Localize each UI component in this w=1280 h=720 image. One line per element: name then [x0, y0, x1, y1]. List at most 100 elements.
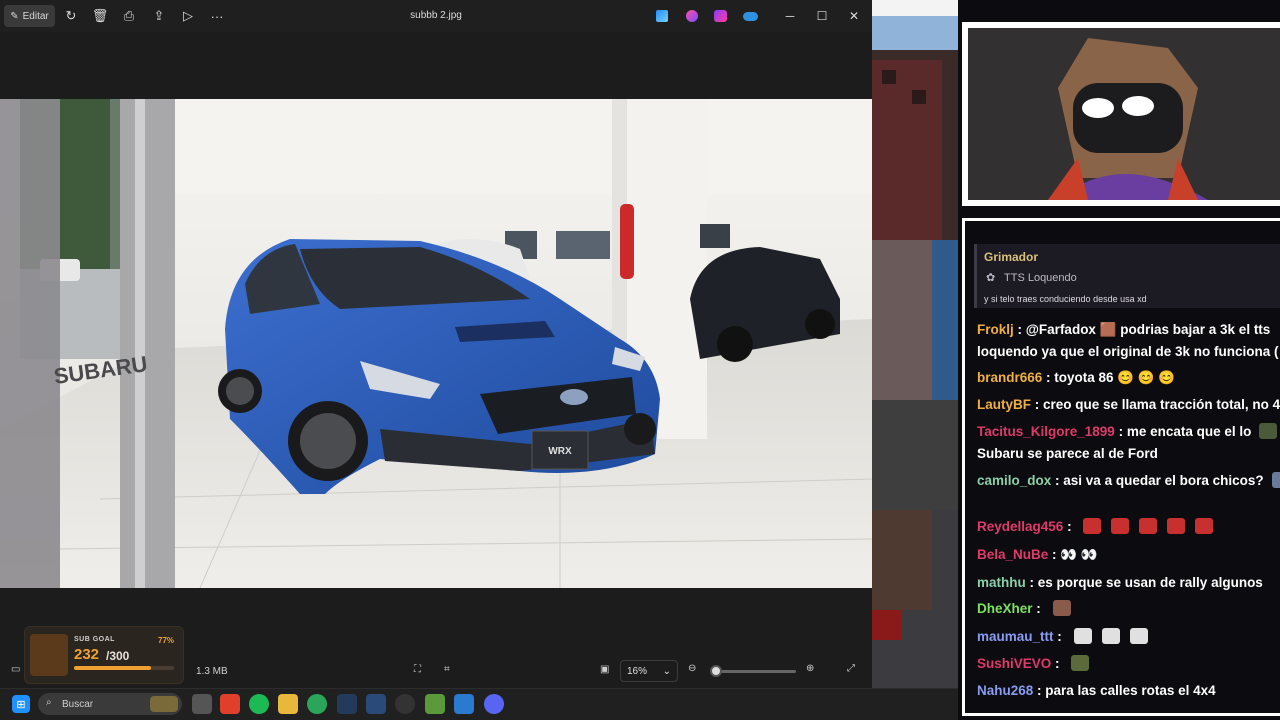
tts-user: Grimador [984, 250, 1039, 264]
print-icon[interactable]: ⎙ [118, 5, 140, 27]
filmstrip-icon[interactable]: ▭ [11, 664, 20, 675]
edit-icon: ✎ [10, 10, 19, 22]
top-strip [872, 0, 958, 16]
maximize-icon[interactable]: ☐ [808, 6, 836, 26]
chat-username[interactable]: Bela_NuBe [977, 547, 1048, 562]
chat-text: asi va a quedar el bora chicos? [1063, 473, 1264, 488]
chat-message: camilo_dox : asi va a quedar el bora chi… [977, 472, 1280, 490]
chat-emote [1167, 518, 1186, 534]
chat-text: Subaru se parece al de Ford [977, 446, 1158, 461]
sub-goal-label: SUB GOAL [74, 636, 115, 643]
chat-emote [1071, 655, 1090, 671]
zoom-value: 16% [627, 665, 648, 677]
chat-username[interactable]: mathhu [977, 575, 1026, 590]
chat-separator: : [1032, 601, 1045, 616]
zoom-out-icon[interactable]: ⊖ [688, 663, 696, 674]
tts-type: TTS Loquendo [1004, 272, 1077, 284]
file-manager-icon[interactable] [192, 694, 212, 714]
rotate-icon[interactable]: ↻ [60, 5, 82, 27]
zoom-slider[interactable] [712, 670, 796, 673]
spotify-icon[interactable] [249, 694, 269, 714]
chat-message: Reydellag456 : [977, 518, 1280, 536]
chat-emote [1101, 628, 1120, 644]
chat-username[interactable]: maumau_ttt [977, 629, 1054, 644]
fullscreen-icon[interactable]: ⤢ [847, 663, 855, 674]
onedrive-icon[interactable] [743, 12, 758, 21]
chat-message: Nahu268 : para las calles rotas el 4x4 [977, 682, 1280, 700]
chat-emote [1139, 518, 1158, 534]
chat-text: es porque se usan de rally algunos [1037, 575, 1263, 590]
chat-emote [1195, 518, 1214, 534]
chat-message: Bela_NuBe : 👀 👀 [977, 546, 1280, 564]
tts-message: y si telo traes conduciendo desde usa xd [984, 294, 1147, 304]
vtuber-avatar-art [968, 28, 1280, 200]
copilot-icon[interactable] [714, 10, 727, 22]
minecraft-icon[interactable] [425, 694, 445, 714]
crop-icon[interactable]: ⛶ [414, 664, 421, 675]
share-icon[interactable]: ⇪ [148, 5, 170, 27]
start-icon[interactable]: ⊞ [12, 695, 30, 713]
chat-separator: : [1051, 473, 1064, 488]
chat-username[interactable]: SushiVEVO [977, 656, 1051, 671]
chrome-icon[interactable] [307, 694, 327, 714]
chat-text: 👀 👀 [1060, 547, 1098, 562]
chat-message: loquendo ya que el original de 3k no fun… [977, 343, 1280, 361]
chat-message: maumau_ttt : [977, 628, 1280, 646]
fit-screen-icon[interactable]: ▣ [600, 664, 609, 675]
search-icon: ⌕ [46, 697, 52, 708]
zoom-dropdown[interactable]: 16% ⌄ [620, 660, 678, 682]
slideshow-icon[interactable]: ▷ [177, 5, 199, 27]
chat-emote [1259, 423, 1278, 439]
chat-separator: : [1031, 397, 1043, 412]
chat-separator: : [1063, 519, 1076, 534]
chat-username[interactable]: Nahu268 [977, 683, 1033, 698]
chat-text: creo que se llama tracción total, no 4 [1043, 397, 1280, 412]
chat-message: LautyBF : creo que se llama tracción tot… [977, 396, 1280, 414]
chat-username[interactable]: Reydellag456 [977, 519, 1063, 534]
sub-goal-progress-fill [74, 666, 151, 670]
chat-emote [1111, 518, 1130, 534]
chat-separator: : [1013, 322, 1026, 337]
close-icon[interactable]: ✕ [840, 6, 868, 26]
brave-icon[interactable] [220, 694, 240, 714]
audio-icon[interactable] [337, 694, 357, 714]
chat-username[interactable]: DheXher [977, 601, 1033, 616]
edit-button[interactable]: ✎ Editar [4, 5, 55, 27]
chat-separator: : [1053, 629, 1066, 644]
minimize-icon[interactable]: ─ [776, 6, 804, 26]
file-size: 1.3 MB [196, 666, 228, 677]
chat-message: brandr666 : toyota 86 😊 😊 😊 [977, 369, 1280, 387]
vpn-icon[interactable] [366, 694, 386, 714]
chat-separator: : [1025, 575, 1038, 590]
chat-message: mathhu : es porque se usan de rally algu… [977, 574, 1280, 592]
sub-goal-percent: 77% [158, 636, 175, 645]
showroom-photo: WRX SUBARU [0, 99, 872, 588]
more-icon[interactable]: ··· [206, 5, 228, 27]
clipchamp-icon[interactable] [686, 10, 698, 22]
folder-icon[interactable] [278, 694, 298, 714]
search-placeholder: Buscar [62, 698, 94, 710]
discord-icon[interactable] [484, 694, 504, 714]
vtuber-avatar [968, 28, 1280, 200]
visual-search-icon[interactable]: ⌗ [444, 664, 450, 675]
game-background [872, 0, 960, 688]
chat-separator: : [1033, 683, 1046, 698]
sub-goal-avatar [30, 634, 68, 676]
zoom-slider-thumb[interactable] [710, 665, 722, 677]
chat-emote [1271, 472, 1280, 488]
obs-icon[interactable] [395, 694, 415, 714]
chat-emote [1083, 518, 1102, 534]
photos-icon[interactable] [454, 694, 474, 714]
zoom-in-icon[interactable]: ⊕ [806, 663, 814, 674]
chat-username[interactable]: camilo_dox [977, 473, 1051, 488]
designer-icon[interactable] [656, 10, 668, 22]
chat-message: Froklj : @Farfadox 🟫 podrias bajar a 3k … [977, 321, 1280, 339]
chat-separator: : [1051, 656, 1064, 671]
chat-username[interactable]: Froklj [977, 322, 1014, 337]
chat-text: toyota 86 😊 😊 😊 [1054, 370, 1176, 385]
chat-text: @Farfadox 🟫 podrias bajar a 3k el tts [1025, 322, 1271, 337]
chat-username[interactable]: LautyBF [977, 397, 1031, 412]
delete-icon[interactable]: 🗑 [89, 5, 111, 27]
chat-username[interactable]: brandr666 [977, 370, 1042, 385]
chat-username[interactable]: Tacitus_Kilgore_1899 [977, 424, 1115, 439]
